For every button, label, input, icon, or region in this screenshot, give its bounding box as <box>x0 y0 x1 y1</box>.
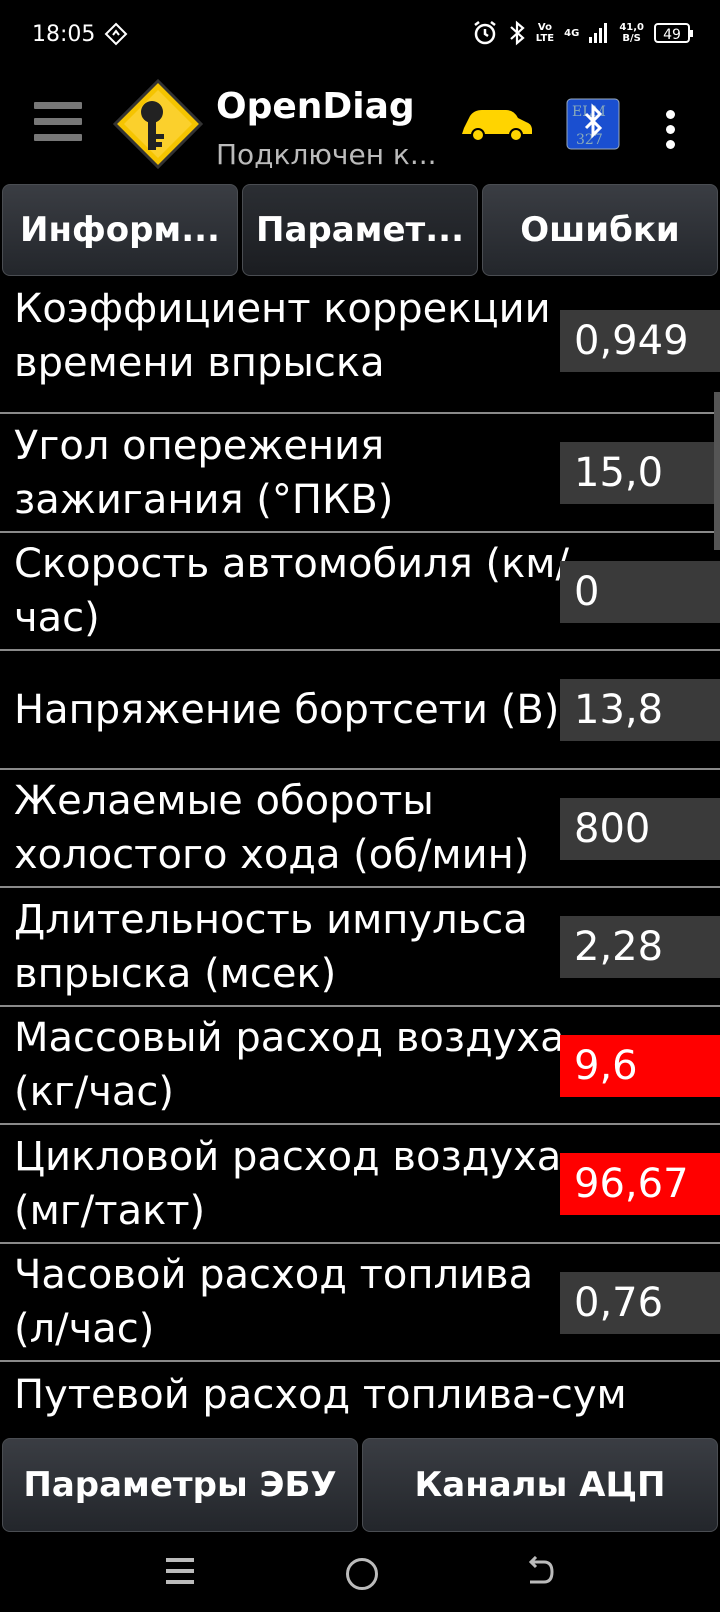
svg-text:327: 327 <box>576 132 603 148</box>
connection-status: Подключен к... <box>216 138 437 171</box>
param-label: Часовой расход топлива (л/час) <box>14 1252 534 1352</box>
key-logo-icon <box>112 78 204 170</box>
param-row-injection-correction: Коэффициент коррекции времени впрыска 0,… <box>0 280 720 414</box>
tab-info[interactable]: Информ... <box>2 184 238 276</box>
parameter-list[interactable]: Коэффициент коррекции времени впрыска 0,… <box>0 280 720 1438</box>
param-label: Путевой расход топлива-сум <box>14 1372 627 1418</box>
net-speed-unit: B/S <box>622 33 641 44</box>
param-label: Цикловой расход воздуха (мг/такт) <box>14 1133 562 1234</box>
param-row-ignition-advance: Угол опережения зажигания (°ПКВ) 15,0 <box>0 414 720 533</box>
signal-icon <box>589 23 608 43</box>
back-icon[interactable] <box>526 1556 556 1590</box>
param-label: Желаемые обороты холостого хода (об/мин) <box>14 778 530 878</box>
param-row-injection-pulse: Длительность импульса впрыска (мсек) 2,2… <box>0 888 720 1007</box>
status-bar: 18:05 Vo LTE 4G 41,0 B/S 49 <box>0 0 720 72</box>
car-icon[interactable] <box>460 104 534 144</box>
param-value: 13,8 <box>560 679 720 741</box>
param-row-cycle-air-flow: Цикловой расход воздуха (мг/такт) 96,67 <box>0 1125 720 1244</box>
tab-errors[interactable]: Ошибки <box>482 184 718 276</box>
param-row-trip-fuel: Путевой расход топлива-сум <box>0 1362 720 1438</box>
app-title: OpenDiag <box>216 86 415 127</box>
more-options-icon[interactable] <box>664 110 676 150</box>
home-icon[interactable] <box>346 1558 378 1590</box>
network-vo: Vo <box>537 22 552 33</box>
param-label: Массовый расход воздуха (кг/час) <box>14 1015 565 1115</box>
bluetooth-elm-icon[interactable]: ELM 327 <box>566 98 620 150</box>
param-row-target-idle-rpm: Желаемые обороты холостого хода (об/мин)… <box>0 770 720 888</box>
bluetooth-icon <box>510 20 525 46</box>
param-value: 800 <box>560 798 720 860</box>
recent-apps-icon[interactable] <box>166 1558 194 1588</box>
param-label: Угол опережения зажигания (°ПКВ) <box>14 422 394 523</box>
param-row-hourly-fuel: Часовой расход топлива (л/час) 0,76 <box>0 1244 720 1362</box>
network-4g: 4G <box>564 27 580 39</box>
alarm-icon <box>474 21 496 45</box>
param-value: 2,28 <box>560 916 720 978</box>
param-label: Коэффициент коррекции времени впрыска <box>14 286 551 386</box>
menu-icon[interactable] <box>34 102 82 150</box>
param-label: Напряжение бортсети (В) <box>14 686 560 733</box>
status-time: 18:05 <box>32 22 96 47</box>
tab-bar: Информ... Парамет... Ошибки <box>0 184 720 280</box>
param-value: 0 <box>560 561 720 623</box>
param-label: Скорость автомобиля (км/час) <box>14 541 569 641</box>
app-bar: OpenDiag Подключен к... ELM 327 <box>0 72 720 182</box>
param-label: Длительность импульса впрыска (мсек) <box>14 896 528 997</box>
param-value-alert: 9,6 <box>560 1035 720 1097</box>
status-icons: Vo LTE 4G 41,0 B/S 49 <box>472 20 693 46</box>
ecu-params-button[interactable]: Параметры ЭБУ <box>2 1438 358 1532</box>
tab-parameters[interactable]: Парамет... <box>242 184 478 276</box>
system-nav-bar <box>0 1534 720 1612</box>
battery-icon: 49 <box>654 23 693 43</box>
param-value: 0,76 <box>560 1272 720 1334</box>
param-row-vehicle-speed: Скорость автомобиля (км/час) 0 <box>0 533 720 651</box>
network-lte: LTE <box>535 33 555 44</box>
location-icon <box>104 22 128 46</box>
param-value: 0,949 <box>560 310 720 372</box>
param-row-mass-air-flow: Массовый расход воздуха (кг/час) 9,6 <box>0 1007 720 1125</box>
param-value-alert: 96,67 <box>560 1153 720 1215</box>
param-row-battery-voltage: Напряжение бортсети (В) 13,8 <box>0 651 720 770</box>
bottom-button-bar: Параметры ЭБУ Каналы АЦП <box>0 1438 720 1534</box>
scrollbar[interactable] <box>714 392 720 550</box>
adc-channels-button[interactable]: Каналы АЦП <box>362 1438 718 1532</box>
param-value: 15,0 <box>560 442 720 504</box>
net-speed-value: 41,0 <box>619 22 644 33</box>
